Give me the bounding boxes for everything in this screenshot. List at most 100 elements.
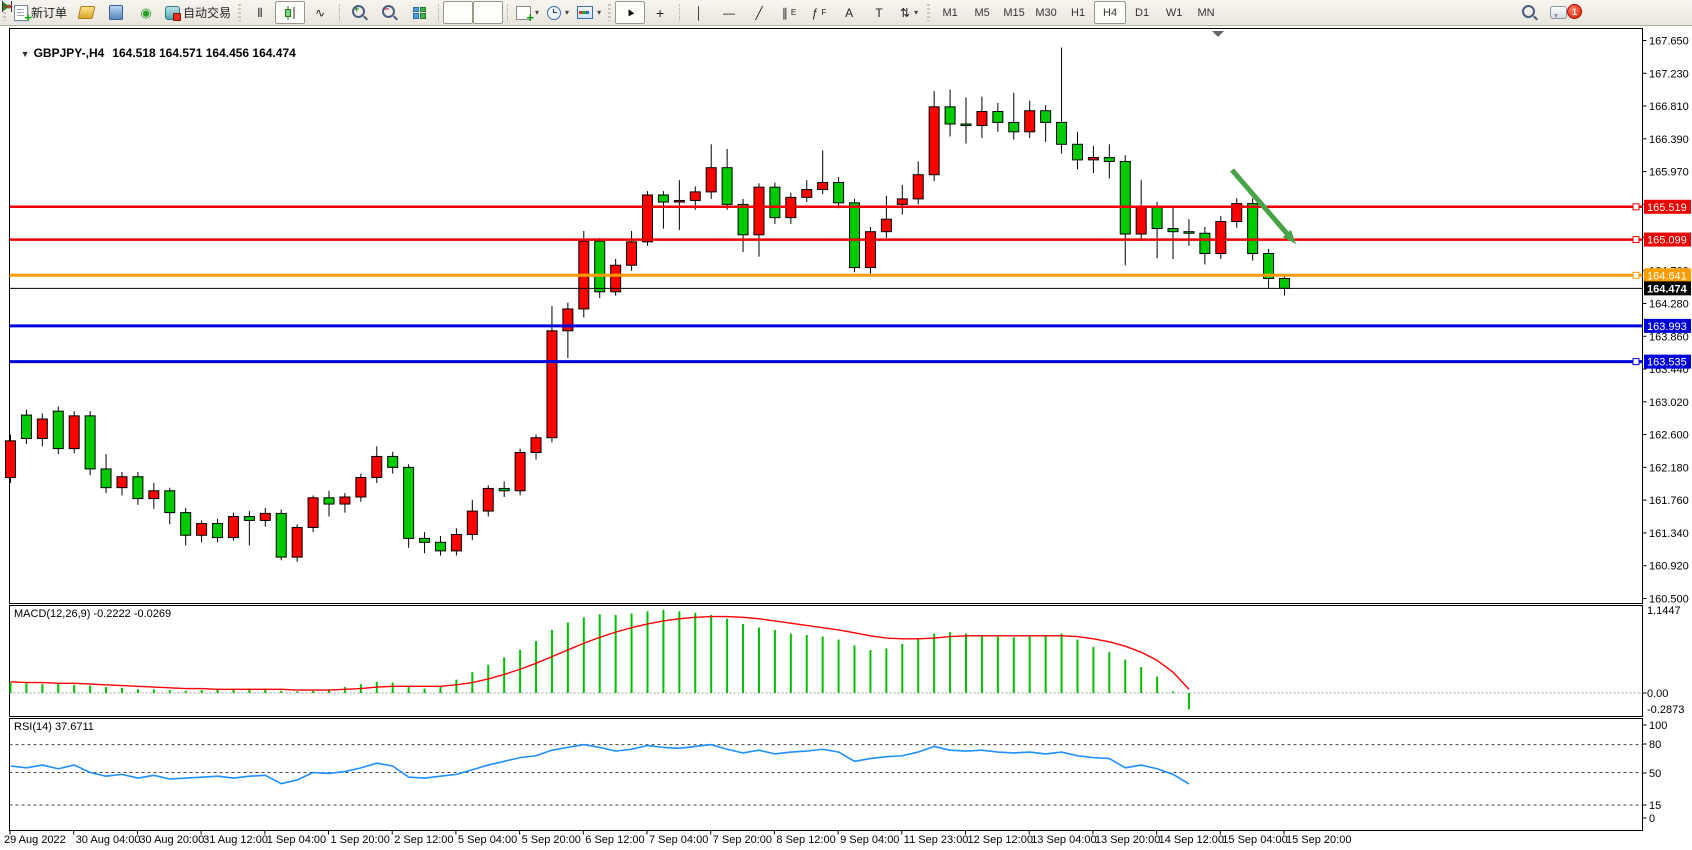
candle xyxy=(149,491,159,499)
candle xyxy=(674,200,684,202)
candle xyxy=(961,124,971,126)
channel-sub-label: E xyxy=(791,8,796,17)
autotrading-button[interactable]: 自动交易 xyxy=(161,1,235,24)
signals-button[interactable]: ◉ xyxy=(131,1,161,24)
crosshair-button[interactable]: + xyxy=(645,1,675,24)
text-tool-button[interactable]: A xyxy=(834,1,864,24)
price-line-label: 164.641 xyxy=(1647,270,1687,282)
line-chart-button[interactable]: ∿ xyxy=(305,1,335,24)
tile-windows-button[interactable] xyxy=(404,1,434,24)
candle xyxy=(929,107,939,175)
fibonacci-button[interactable]: ƒ F xyxy=(804,1,834,24)
tab-timeframe-m5[interactable]: M5 xyxy=(966,1,998,24)
market-watch-button[interactable] xyxy=(101,1,131,24)
cursor-button[interactable]: ▲ xyxy=(615,1,645,24)
channel-button[interactable]: ∥ E xyxy=(774,1,804,24)
text-label-button[interactable]: T xyxy=(864,1,894,24)
main-toolbar: 新订单 ◉ 自动交易 ⫴ ∿ + − ▾ ▾ ▾ ▲ + xyxy=(0,0,1692,26)
zoom-out-button[interactable]: − xyxy=(374,1,404,24)
new-order-icon xyxy=(14,5,28,21)
toolbar-separator xyxy=(438,4,439,21)
zoom-in-button[interactable]: + xyxy=(344,1,374,24)
candle xyxy=(6,441,16,478)
periods-button[interactable]: ▾ xyxy=(543,1,573,24)
price-axis-label: 163.020 xyxy=(1649,397,1689,409)
candle xyxy=(213,524,223,538)
bar-chart-button[interactable]: ⫴ xyxy=(245,1,275,24)
autotrading-label: 自动交易 xyxy=(183,4,231,21)
chart-shift-button[interactable] xyxy=(473,1,503,24)
candle xyxy=(197,524,207,536)
profiles-button[interactable] xyxy=(71,1,101,24)
notifications-button[interactable]: 1 xyxy=(1544,1,1574,24)
tab-timeframe-m1[interactable]: M1 xyxy=(934,1,966,24)
candle xyxy=(818,183,828,190)
candle xyxy=(1072,144,1082,160)
fibonacci-sub-label: F xyxy=(821,8,826,17)
tab-timeframe-mn[interactable]: MN xyxy=(1190,1,1222,24)
candle xyxy=(881,219,891,231)
line-chart-icon: ∿ xyxy=(315,7,325,19)
text-label-icon: T xyxy=(875,7,882,19)
line-drag-handle[interactable] xyxy=(1633,272,1639,278)
templates-button[interactable]: ▾ xyxy=(573,1,605,24)
tab-timeframe-h1[interactable]: H1 xyxy=(1062,1,1094,24)
rsi-axis-label: 80 xyxy=(1649,739,1661,751)
candle xyxy=(802,190,812,198)
time-axis-label: 15 Sep 04:00 xyxy=(1222,834,1287,846)
price-axis-label: 160.920 xyxy=(1649,561,1689,573)
price-axis-label: 165.970 xyxy=(1649,167,1689,179)
candle xyxy=(244,517,254,521)
candle xyxy=(1009,122,1019,131)
time-axis-label: 14 Sep 12:00 xyxy=(1159,834,1224,846)
candle xyxy=(913,175,923,199)
indicators-button[interactable]: ▾ xyxy=(512,1,543,24)
arrows-tool-button[interactable]: ⇅ ▾ xyxy=(894,1,924,24)
time-axis-label: 6 Sep 12:00 xyxy=(585,834,644,846)
price-axis-label: 166.810 xyxy=(1649,101,1689,113)
line-drag-handle[interactable] xyxy=(1633,204,1639,210)
tab-timeframe-w1[interactable]: W1 xyxy=(1158,1,1190,24)
time-axis-label: 7 Sep 04:00 xyxy=(649,834,708,846)
macd-pane xyxy=(10,606,1643,717)
time-axis-label: 11 Sep 23:00 xyxy=(904,834,969,846)
chevron-down-icon: ▾ xyxy=(565,8,569,17)
tab-timeframe-m30[interactable]: M30 xyxy=(1030,1,1062,24)
candle xyxy=(706,168,716,192)
search-button[interactable] xyxy=(1514,1,1544,24)
candle xyxy=(292,527,302,557)
new-order-button[interactable]: 新订单 xyxy=(10,1,71,24)
candle xyxy=(451,534,461,550)
line-drag-handle[interactable] xyxy=(1633,237,1639,243)
candle xyxy=(372,456,382,477)
chart-dropdown-icon[interactable]: ▼ xyxy=(21,49,30,59)
chat-bubble-icon xyxy=(1550,6,1567,19)
tab-timeframe-h4[interactable]: H4 xyxy=(1094,1,1126,24)
candle xyxy=(738,204,748,234)
candle xyxy=(977,112,987,126)
rsi-axis-label: 100 xyxy=(1649,720,1667,732)
candle xyxy=(1088,158,1098,160)
candle xyxy=(260,513,270,520)
notification-badge: 1 xyxy=(1567,4,1582,19)
cursor-icon: ▲ xyxy=(622,4,637,20)
price-line-label: 163.535 xyxy=(1647,357,1687,369)
price-axis-label: 161.760 xyxy=(1649,495,1689,507)
trendline-button[interactable]: ╱ xyxy=(744,1,774,24)
tab-timeframe-m15[interactable]: M15 xyxy=(998,1,1030,24)
toolbar-separator xyxy=(679,4,680,21)
candle xyxy=(467,511,477,534)
candlestick-button[interactable] xyxy=(275,1,305,24)
price-axis-label: 167.230 xyxy=(1649,68,1689,80)
price-axis-label: 160.500 xyxy=(1649,593,1689,605)
auto-scroll-button[interactable] xyxy=(443,1,473,24)
chevron-down-icon: ▾ xyxy=(597,8,601,17)
vertical-line-button[interactable]: │ xyxy=(684,1,714,24)
chart-ohlc-values: 164.518 164.571 164.456 164.474 xyxy=(112,46,296,60)
tab-timeframe-d1[interactable]: D1 xyxy=(1126,1,1158,24)
horizontal-line-button[interactable]: — xyxy=(714,1,744,24)
price-axis-label: 164.280 xyxy=(1649,298,1689,310)
chevron-down-icon: ▾ xyxy=(535,8,539,17)
candle xyxy=(404,467,414,538)
line-drag-handle[interactable] xyxy=(1633,359,1639,365)
